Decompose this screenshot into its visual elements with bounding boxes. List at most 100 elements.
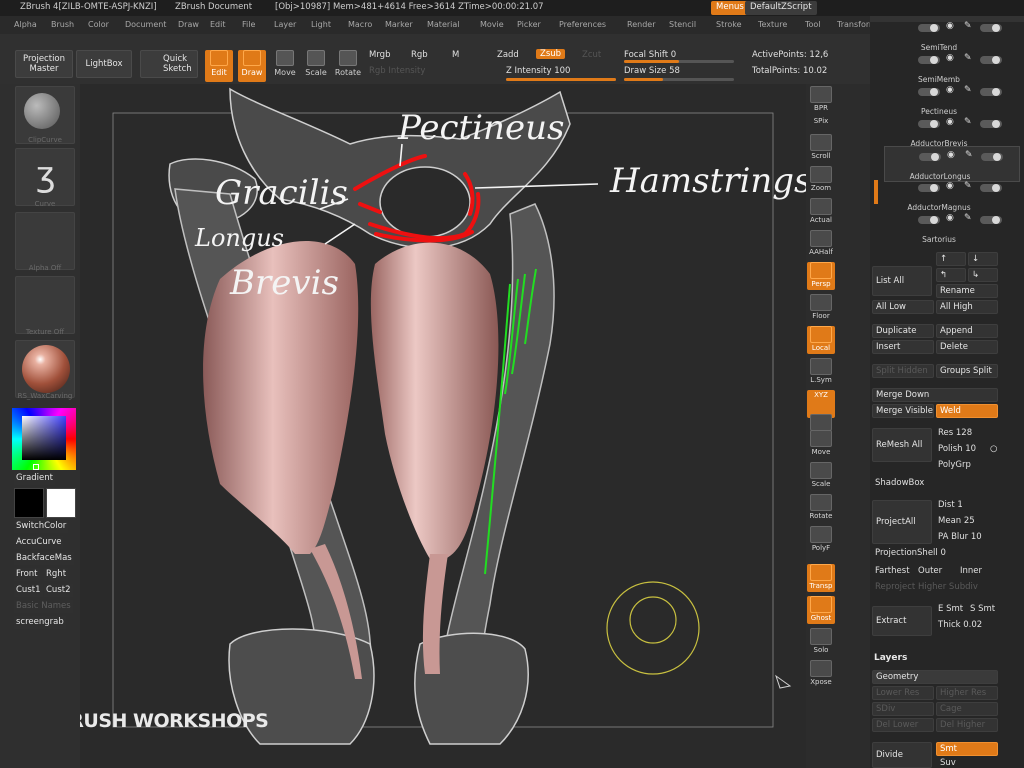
menu-alpha[interactable]: Alpha: [14, 20, 37, 29]
main-color-swatch[interactable]: [46, 488, 76, 518]
rename-button[interactable]: Rename: [936, 284, 998, 298]
document-canvas[interactable]: Pectineus Gracilis Hamstrings Longus Bre…: [80, 84, 806, 768]
subtool-toggle-right[interactable]: [980, 216, 1002, 224]
paint-brush-icon[interactable]: ✎: [964, 53, 972, 63]
menu-brush[interactable]: Brush: [51, 20, 74, 29]
subtool-scrollbar[interactable]: [874, 180, 878, 204]
menu-render[interactable]: Render: [627, 20, 655, 29]
rotate-button[interactable]: Rotate: [334, 50, 362, 82]
geometry-section-header[interactable]: Geometry: [872, 670, 998, 684]
extract-button[interactable]: Extract: [872, 606, 932, 636]
subtool-visibility-toggle[interactable]: [918, 24, 940, 32]
paint-brush-icon[interactable]: ✎: [964, 181, 972, 191]
menu-stencil[interactable]: Stencil: [669, 20, 696, 29]
subtool-visibility-toggle[interactable]: [918, 216, 940, 224]
subtool-toggle-right[interactable]: [980, 24, 1002, 32]
eye-icon[interactable]: ◉: [946, 213, 954, 223]
move-down-arrow[interactable]: ↓: [968, 252, 998, 266]
edit-button[interactable]: Edit: [205, 50, 233, 82]
stroke-thumbnail[interactable]: ʒ: [15, 148, 75, 206]
menu-picker[interactable]: Picker: [517, 20, 541, 29]
menu-movie[interactable]: Movie: [480, 20, 504, 29]
quick-sketch-button[interactable]: Quick Sketch: [140, 50, 198, 78]
draw-button[interactable]: Draw: [238, 50, 266, 82]
subtool-visibility-toggle[interactable]: [918, 184, 940, 192]
texture-thumbnail[interactable]: [15, 276, 75, 334]
move-button[interactable]: Move: [807, 430, 835, 458]
right-button[interactable]: Rght: [44, 568, 69, 581]
solo-button[interactable]: Solo: [807, 628, 835, 656]
zadd-button[interactable]: Zadd: [497, 50, 519, 60]
switch-color-button[interactable]: SwitchColor: [14, 520, 69, 533]
color-picker[interactable]: [12, 408, 76, 470]
menu-document[interactable]: Document: [125, 20, 166, 29]
menu-macro[interactable]: Macro: [348, 20, 372, 29]
project-all-button[interactable]: ProjectAll: [872, 500, 932, 544]
front-button[interactable]: Front: [14, 568, 40, 581]
eye-icon[interactable]: ◉: [946, 181, 954, 191]
layers-section-header[interactable]: Layers: [874, 653, 907, 663]
all-high-button[interactable]: All High: [936, 300, 998, 314]
suv-toggle[interactable]: Suv: [940, 758, 956, 768]
menu-layer[interactable]: Layer: [274, 20, 296, 29]
del-lower-button[interactable]: Del Lower: [872, 718, 934, 732]
thick-slider[interactable]: Thick 0.02: [938, 620, 982, 630]
menu-color[interactable]: Color: [88, 20, 109, 29]
remesh-all-button[interactable]: ReMesh All: [872, 428, 932, 462]
smt-toggle[interactable]: Smt: [936, 742, 998, 756]
polyf-button[interactable]: PolyF: [807, 526, 835, 554]
z-intensity-track[interactable]: [506, 78, 616, 81]
ghost-button[interactable]: Ghost: [807, 596, 835, 624]
pa-blur-slider[interactable]: PA Blur 10: [938, 532, 982, 542]
material-thumbnail[interactable]: [15, 340, 75, 398]
m-button[interactable]: M: [452, 50, 459, 60]
move-button[interactable]: Move: [271, 50, 299, 82]
subtool-visibility-toggle[interactable]: [918, 88, 940, 96]
subtool-toggle-right[interactable]: [980, 56, 1002, 64]
transp-button[interactable]: Transp: [807, 564, 835, 592]
inner-toggle[interactable]: Inner: [960, 566, 982, 576]
persp-button[interactable]: Persp: [807, 262, 835, 290]
lightbox-button[interactable]: LightBox: [76, 50, 132, 78]
reproject-higher-subdiv-button[interactable]: Reproject Higher Subdiv: [875, 582, 978, 592]
polish-toggle-icon[interactable]: ○: [990, 444, 997, 454]
menu-material[interactable]: Material: [427, 20, 460, 29]
default-zscript-button[interactable]: DefaultZScript: [745, 1, 817, 15]
cust1-button[interactable]: Cust1: [14, 584, 43, 597]
focal-shift-slider[interactable]: Focal Shift 0: [624, 50, 676, 60]
polish-slider[interactable]: Polish 10: [938, 444, 976, 454]
zcut-button[interactable]: Zcut: [582, 50, 601, 60]
subtool-item[interactable]: ◉ ✎ AdductorBrevis: [884, 114, 1020, 150]
menu-marker[interactable]: Marker: [385, 20, 413, 29]
duplicate-button[interactable]: Duplicate: [872, 324, 934, 338]
rgb-button[interactable]: Rgb: [411, 50, 428, 60]
menu-texture[interactable]: Texture: [758, 20, 787, 29]
shadowbox-button[interactable]: ShadowBox: [875, 478, 924, 488]
insert-button[interactable]: Insert: [872, 340, 934, 354]
zsub-button[interactable]: Zsub: [536, 49, 566, 59]
merge-down-button[interactable]: Merge Down: [872, 388, 998, 402]
subtool-item[interactable]: ◉ ✎ AdductorMagnus: [884, 178, 1020, 214]
paint-brush-icon[interactable]: ✎: [964, 213, 972, 223]
list-all-button[interactable]: List All: [872, 266, 932, 296]
alpha-thumbnail[interactable]: [15, 212, 75, 270]
aahalf-button[interactable]: AAHalf: [807, 230, 835, 258]
res-slider[interactable]: Res 128: [938, 428, 972, 438]
subtool-item[interactable]: ◉ ✎ AdductorLongus: [884, 146, 1020, 182]
subtool-visibility-toggle[interactable]: [919, 153, 941, 161]
projection-shell-slider[interactable]: ProjectionShell 0: [875, 548, 946, 558]
dist-slider[interactable]: Dist 1: [938, 500, 963, 510]
menu-file[interactable]: File: [242, 20, 255, 29]
rotate-button[interactable]: Rotate: [807, 494, 835, 522]
move-up-arrow[interactable]: ↑: [936, 252, 966, 266]
screengrab-button[interactable]: screengrab: [14, 616, 66, 629]
paint-brush-icon[interactable]: ✎: [964, 117, 972, 127]
lower-res-button[interactable]: Lower Res: [872, 686, 934, 700]
merge-visible-button[interactable]: Merge Visible: [872, 404, 934, 418]
subtool-item[interactable]: ◉ ✎ Sartorius: [884, 210, 1020, 246]
outer-toggle[interactable]: Outer: [918, 566, 942, 576]
polygrp-toggle[interactable]: PolyGrp: [938, 460, 971, 470]
scale-button[interactable]: Scale: [302, 50, 330, 82]
subtool-visibility-toggle[interactable]: [918, 56, 940, 64]
subtool-toggle-right[interactable]: [981, 153, 1003, 161]
